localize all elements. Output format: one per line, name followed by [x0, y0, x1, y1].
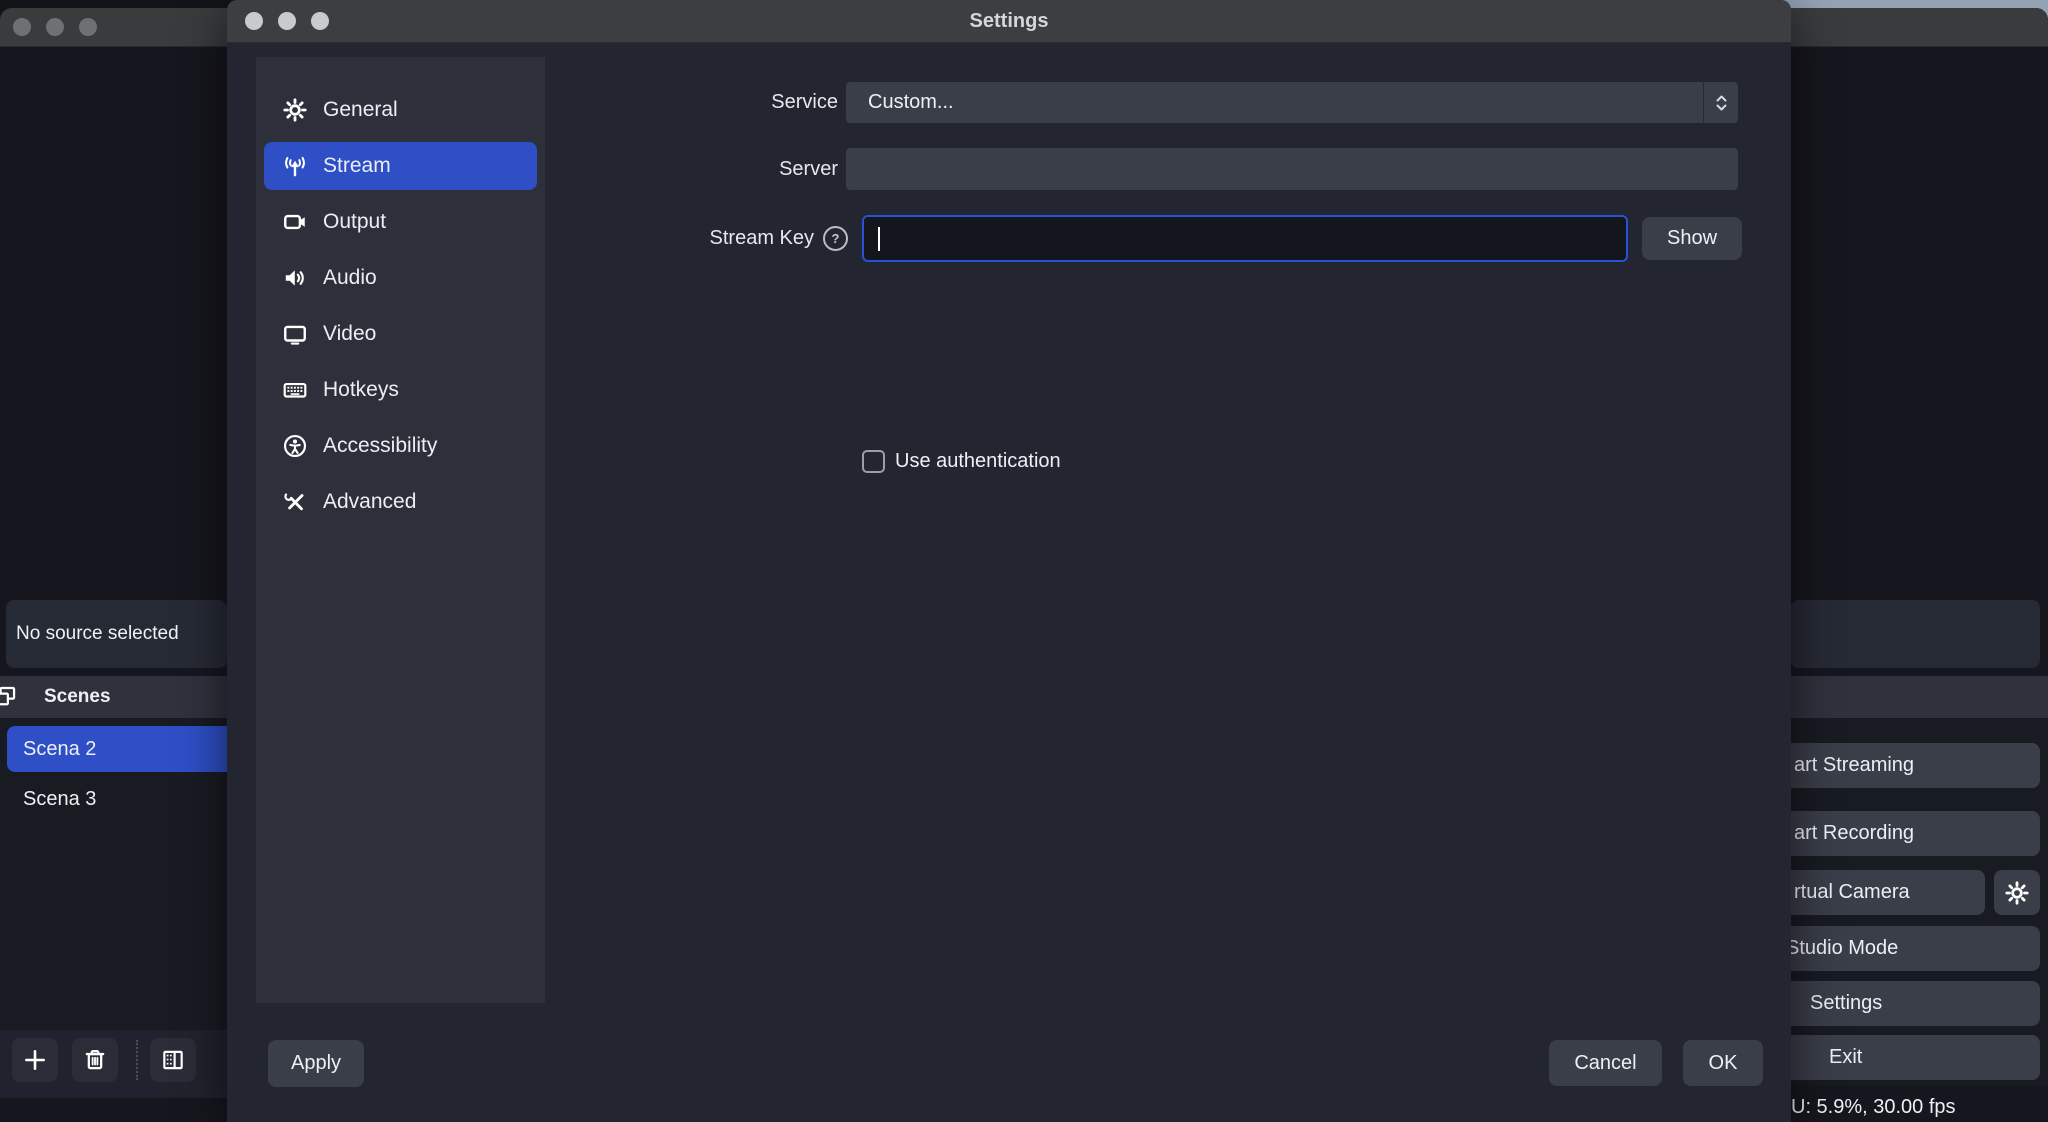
add-scene-button[interactable] — [12, 1038, 58, 1082]
virtual-camera-label: rtual Camera — [1794, 881, 1910, 904]
exit-label: Exit — [1829, 1046, 1862, 1069]
right-dock-panel — [1791, 600, 2040, 668]
use-authentication-checkbox[interactable] — [862, 450, 885, 473]
settings-sidebar: General Stream Output Audio — [256, 57, 545, 1003]
cpu-fps-stats: U: 5.9%, 30.00 fps — [1791, 1096, 1956, 1119]
keyboard-icon — [282, 377, 308, 403]
sidebar-item-label: Hotkeys — [323, 378, 399, 402]
toolbar-separator — [136, 1040, 138, 1080]
sidebar-item-label: Output — [323, 210, 386, 234]
sidebar-item-label: Video — [323, 322, 376, 346]
panel-icon — [160, 1047, 186, 1073]
studio-mode-label: Studio Mode — [1786, 937, 1898, 960]
settings-label: Settings — [1810, 992, 1882, 1015]
scene-list: Scena 2 Scena 3 — [0, 718, 227, 1030]
sidebar-item-accessibility[interactable]: Accessibility — [264, 422, 537, 470]
show-key-button[interactable]: Show — [1642, 217, 1742, 260]
sidebar-item-video[interactable]: Video — [264, 310, 537, 358]
minimize-window-icon[interactable] — [46, 18, 64, 36]
source-properties-panel: No source selected — [6, 600, 227, 668]
ok-button[interactable]: OK — [1683, 1040, 1763, 1086]
maximize-icon[interactable] — [311, 12, 329, 30]
scenes-dock-header: Scenes — [0, 676, 227, 718]
sidebar-item-label: Advanced — [323, 490, 416, 514]
scene-filters-button[interactable] — [150, 1038, 196, 1082]
no-source-selected-text: No source selected — [16, 623, 179, 645]
server-label: Server — [607, 148, 838, 190]
video-camera-icon — [282, 209, 308, 235]
help-icon[interactable]: ? — [823, 226, 848, 251]
controls-dock-header — [1791, 676, 2048, 718]
sidebar-item-label: Audio — [323, 266, 377, 290]
sidebar-item-advanced[interactable]: Advanced — [264, 478, 537, 526]
scene-label: Scena 2 — [23, 738, 96, 761]
start-streaming-label: art Streaming — [1794, 754, 1914, 777]
sidebar-item-output[interactable]: Output — [264, 198, 537, 246]
sidebar-item-stream[interactable]: Stream — [264, 142, 537, 190]
stream-key-label: Stream Key ? — [517, 215, 848, 262]
gear-icon — [2004, 880, 2030, 906]
broadcast-icon — [282, 153, 308, 179]
dialog-title: Settings — [227, 0, 1791, 42]
zoom-window-icon[interactable] — [79, 18, 97, 36]
sidebar-item-label: Accessibility — [323, 434, 437, 458]
scene-item-selected[interactable]: Scena 2 — [7, 726, 240, 772]
scenes-icon — [0, 684, 18, 711]
sidebar-item-label: General — [323, 98, 398, 122]
dialog-titlebar: Settings — [227, 0, 1791, 43]
scenes-dock-title: Scenes — [44, 686, 111, 708]
text-caret — [878, 227, 880, 251]
service-label: Service — [607, 82, 838, 123]
screen: No source selected Scenes Scena 2 Scena … — [0, 0, 2048, 1122]
sidebar-item-general[interactable]: General — [264, 86, 537, 134]
cancel-button[interactable]: Cancel — [1549, 1040, 1662, 1086]
status-bar-stats: U: 5.9%, 30.00 fps — [1791, 1085, 2048, 1122]
settings-dialog: Settings General Stream Output — [227, 0, 1791, 1122]
sidebar-item-audio[interactable]: Audio — [264, 254, 537, 302]
virtual-camera-settings-button[interactable] — [1994, 870, 2040, 915]
server-input[interactable] — [846, 148, 1738, 190]
stream-key-input[interactable] — [862, 215, 1628, 262]
scenes-toolbar — [0, 1030, 227, 1098]
use-authentication-label: Use authentication — [895, 450, 1061, 473]
trash-icon — [82, 1047, 108, 1073]
add-icon — [22, 1047, 48, 1073]
start-recording-label: art Recording — [1794, 822, 1914, 845]
minimize-icon[interactable] — [278, 12, 296, 30]
gear-icon — [282, 97, 308, 123]
tools-icon — [282, 489, 308, 515]
scene-item[interactable]: Scena 3 — [7, 776, 240, 822]
close-icon[interactable] — [245, 12, 263, 30]
chevron-up-down-icon — [1703, 82, 1738, 123]
close-window-icon[interactable] — [13, 18, 31, 36]
speaker-icon — [282, 265, 308, 291]
sidebar-item-hotkeys[interactable]: Hotkeys — [264, 366, 537, 414]
use-authentication-row: Use authentication — [862, 448, 1061, 475]
accessibility-icon — [282, 433, 308, 459]
status-bar-left — [0, 1098, 227, 1122]
scene-label: Scena 3 — [23, 788, 96, 811]
apply-button[interactable]: Apply — [268, 1040, 364, 1087]
service-selected-value: Custom... — [846, 91, 954, 114]
remove-scene-button[interactable] — [72, 1038, 118, 1082]
sidebar-item-label: Stream — [323, 154, 391, 178]
monitor-icon — [282, 321, 308, 347]
service-select[interactable]: Custom... — [846, 82, 1738, 123]
